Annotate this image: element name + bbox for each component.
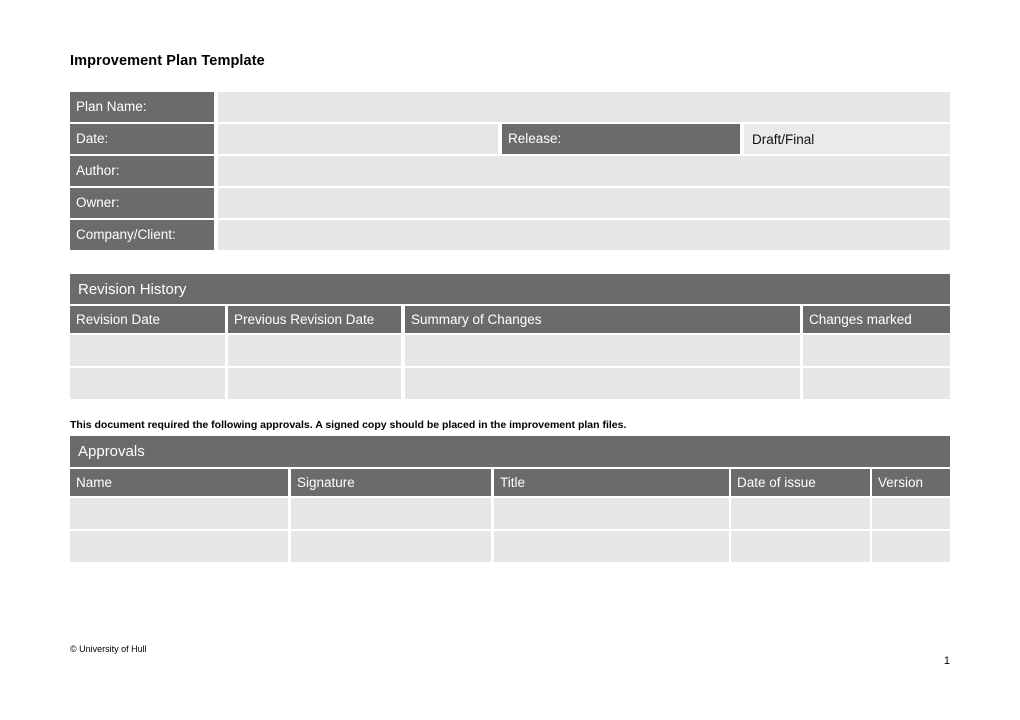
table-row: Author: xyxy=(70,156,950,186)
column-header-date-of-issue: Date of issue xyxy=(731,469,870,496)
approval-version-input[interactable] xyxy=(872,531,950,562)
company-client-input[interactable] xyxy=(218,220,950,250)
summary-of-changes-input[interactable] xyxy=(405,368,800,399)
approval-date-of-issue-input[interactable] xyxy=(731,498,870,529)
revision-date-input[interactable] xyxy=(70,368,225,399)
column-header-signature: Signature xyxy=(291,469,491,496)
author-input[interactable] xyxy=(218,156,950,186)
column-header-title: Title xyxy=(494,469,729,496)
table-row xyxy=(70,368,950,399)
column-header-changes-marked: Changes marked xyxy=(803,306,950,333)
column-header-previous-revision-date: Previous Revision Date xyxy=(228,306,401,333)
table-row xyxy=(70,531,950,562)
release-input[interactable]: Draft/Final xyxy=(744,124,950,154)
table-row: Owner: xyxy=(70,188,950,218)
summary-of-changes-input[interactable] xyxy=(405,335,800,366)
plan-name-input[interactable] xyxy=(218,92,950,122)
column-header-version: Version xyxy=(872,469,950,496)
approval-name-input[interactable] xyxy=(70,531,288,562)
column-header-revision-date: Revision Date xyxy=(70,306,225,333)
approval-name-input[interactable] xyxy=(70,498,288,529)
table-row xyxy=(70,335,950,366)
previous-revision-date-input[interactable] xyxy=(228,368,401,399)
column-header-summary-of-changes: Summary of Changes xyxy=(405,306,800,333)
revision-date-input[interactable] xyxy=(70,335,225,366)
column-header-name: Name xyxy=(70,469,288,496)
table-row: Company/Client: xyxy=(70,220,950,250)
approvals-note: This document required the following app… xyxy=(70,419,627,431)
changes-marked-input[interactable] xyxy=(803,368,950,399)
revision-history-section-title: Revision History xyxy=(70,274,950,304)
approvals-section-title: Approvals xyxy=(70,436,950,467)
document-page: Improvement Plan Template Plan Name: Dat… xyxy=(0,0,1020,720)
owner-input[interactable] xyxy=(218,188,950,218)
revision-history-table: Revision History Revision Date Previous … xyxy=(70,274,950,401)
approval-signature-input[interactable] xyxy=(291,531,491,562)
company-client-label: Company/Client: xyxy=(70,220,214,250)
approval-title-input[interactable] xyxy=(494,531,729,562)
approvals-table: Approvals Name Signature Title Date of i… xyxy=(70,436,950,564)
table-row xyxy=(70,498,950,529)
owner-label: Owner: xyxy=(70,188,214,218)
table-header-row: Name Signature Title Date of issue Versi… xyxy=(70,469,950,496)
author-label: Author: xyxy=(70,156,214,186)
approval-signature-input[interactable] xyxy=(291,498,491,529)
footer-page-number: 1 xyxy=(943,655,950,667)
approval-title-input[interactable] xyxy=(494,498,729,529)
approval-version-input[interactable] xyxy=(872,498,950,529)
date-input[interactable] xyxy=(218,124,498,154)
date-label: Date: xyxy=(70,124,214,154)
table-row: Date: Release: Draft/Final xyxy=(70,124,950,154)
changes-marked-input[interactable] xyxy=(803,335,950,366)
release-label: Release: xyxy=(502,124,740,154)
table-row: Plan Name: xyxy=(70,92,950,122)
plan-name-label: Plan Name: xyxy=(70,92,214,122)
previous-revision-date-input[interactable] xyxy=(228,335,401,366)
footer-copyright: © University of Hull xyxy=(70,644,147,654)
plan-info-table: Plan Name: Date: Release: Draft/Final Au… xyxy=(70,92,950,252)
page-title: Improvement Plan Template xyxy=(70,53,265,69)
approval-date-of-issue-input[interactable] xyxy=(731,531,870,562)
table-header-row: Revision Date Previous Revision Date Sum… xyxy=(70,306,950,333)
